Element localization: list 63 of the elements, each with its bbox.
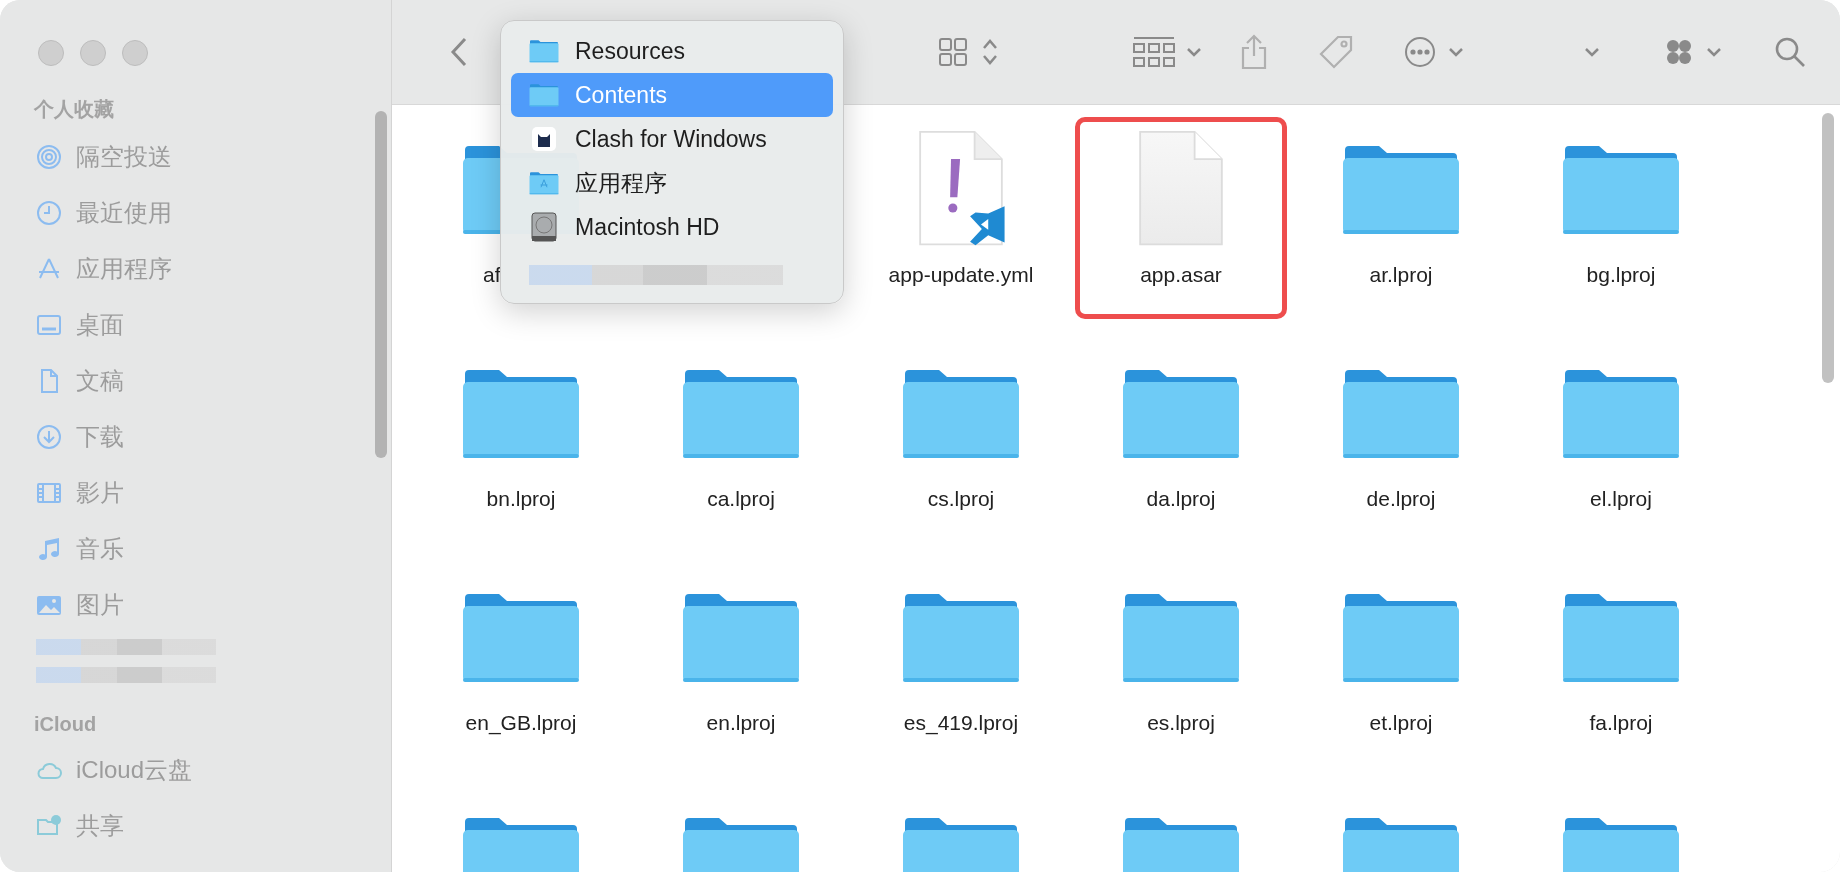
download-icon — [36, 424, 62, 450]
up-down-chevron-icon[interactable] — [982, 38, 998, 66]
file-name: af — [483, 263, 501, 287]
sidebar-item[interactable]: iCloud云盘 — [16, 742, 371, 798]
icon-view-icon[interactable] — [938, 37, 968, 67]
share-icon[interactable] — [1240, 34, 1268, 70]
sidebar-item[interactable]: 隔空投送 — [16, 129, 371, 185]
airdrop-icon — [36, 144, 62, 170]
file-name: fa.lproj — [1589, 711, 1653, 735]
music-note-icon — [36, 536, 62, 562]
sidebar-item[interactable]: 文稿 — [16, 353, 371, 409]
file-name: es_419.lproj — [903, 711, 1019, 735]
folder-icon — [529, 83, 559, 107]
file-name: app-update.yml — [888, 263, 1034, 287]
sidebar-item[interactable]: 影片 — [16, 465, 371, 521]
sidebar-item[interactable]: 音乐 — [16, 521, 371, 577]
back-icon[interactable] — [450, 36, 468, 68]
sidebar-section-title: 个人收藏 — [34, 97, 115, 122]
file-name: da.lproj — [1146, 487, 1216, 511]
caret-icon[interactable] — [1706, 47, 1722, 57]
file-name: en.lproj — [706, 711, 776, 735]
menu-item[interactable]: Clash for Windows — [511, 117, 833, 161]
file-name: bn.lproj — [486, 487, 556, 511]
sidebar-item[interactable]: 共享 — [16, 798, 371, 854]
file-name: ca.lproj — [707, 487, 775, 511]
sidebar-item[interactable]: 最近使用 — [16, 185, 371, 241]
file-name: de.lproj — [1366, 487, 1436, 511]
menu-item[interactable]: Macintosh HD — [511, 205, 833, 249]
scrollbar-thumb[interactable] — [375, 111, 387, 458]
tag-icon[interactable] — [1318, 34, 1354, 70]
window-control-button[interactable] — [80, 40, 106, 66]
cat-app-icon — [532, 127, 556, 151]
clover-icon[interactable] — [1664, 37, 1694, 67]
file-name: bg.lproj — [1586, 263, 1656, 287]
caret-icon[interactable] — [1186, 47, 1202, 57]
desktop-icon — [36, 312, 62, 338]
sidebar-item[interactable]: 桌面 — [16, 297, 371, 353]
file-name: es.lproj — [1147, 711, 1215, 735]
sidebar-section-title: iCloud — [34, 713, 98, 736]
caret-icon[interactable] — [1584, 47, 1600, 57]
file-name: en_GB.lproj — [465, 711, 577, 735]
menu-item[interactable]: 应用程序 — [511, 161, 833, 205]
scrollbar-thumb[interactable] — [1822, 113, 1834, 383]
menu-item[interactable]: Contents — [511, 73, 833, 117]
apps-folder-icon — [529, 171, 559, 195]
more-icon[interactable] — [1404, 36, 1436, 68]
file-name: cs.lproj — [927, 487, 995, 511]
clock-icon — [36, 200, 62, 226]
file-name: el.lproj — [1590, 487, 1652, 511]
sidebar-item[interactable]: 应用程序 — [16, 241, 371, 297]
caret-icon[interactable] — [1448, 47, 1464, 57]
window-control-button[interactable] — [122, 40, 148, 66]
search-icon[interactable] — [1774, 36, 1806, 68]
sidebar-item[interactable]: 下载 — [16, 409, 371, 465]
menu-item[interactable]: Resources — [511, 29, 833, 73]
file-name: et.lproj — [1369, 711, 1433, 735]
group-icon[interactable] — [1132, 35, 1176, 69]
window-control-button[interactable] — [38, 40, 64, 66]
file-name: app.asar — [1140, 263, 1222, 287]
file-name: ar.lproj — [1369, 263, 1433, 287]
film-icon — [36, 480, 62, 506]
sidebar-item[interactable]: 图片 — [16, 577, 371, 633]
folder-icon — [529, 39, 559, 63]
